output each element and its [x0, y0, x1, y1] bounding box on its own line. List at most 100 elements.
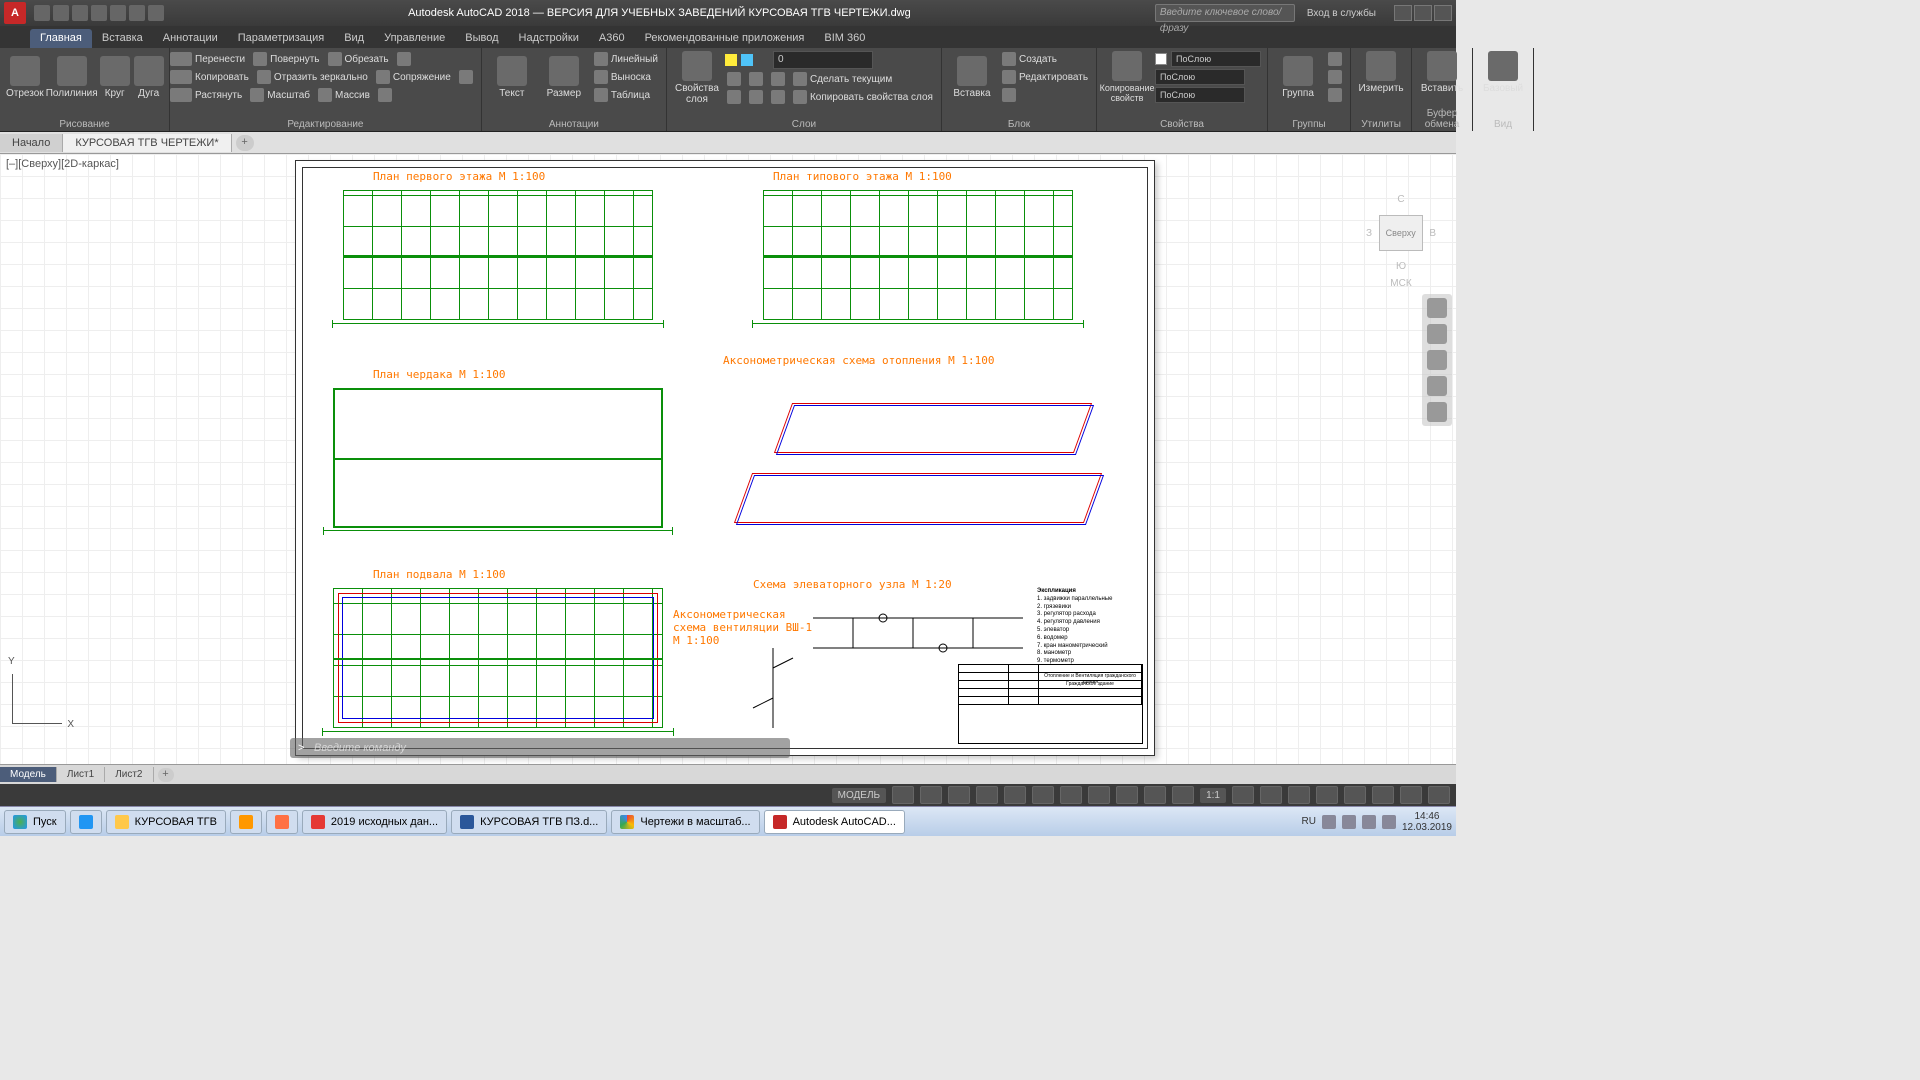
layer-tool-2[interactable] [747, 71, 765, 87]
stretch-button[interactable]: Растянуть [176, 87, 244, 103]
model-space-toggle[interactable]: МОДЕЛЬ [832, 788, 886, 803]
new-tab-button[interactable]: + [236, 135, 254, 151]
transparency-toggle[interactable] [1088, 786, 1110, 804]
cleanscreen-icon[interactable] [1400, 786, 1422, 804]
tab-insert[interactable]: Вставка [92, 29, 153, 48]
otrack-toggle[interactable] [1032, 786, 1054, 804]
tab-a360[interactable]: A360 [589, 29, 635, 48]
viewport-controls[interactable]: [–][Сверху][2D-каркас] [6, 158, 119, 170]
showmotion-icon[interactable] [1427, 402, 1447, 422]
polyline-button[interactable]: Полилиния [48, 56, 96, 99]
layer-tool-6[interactable] [769, 89, 787, 105]
layer-lock-icon[interactable] [757, 54, 769, 66]
pdf-task[interactable]: 2019 исходных дан... [302, 810, 447, 834]
dimension-button[interactable]: Размер [540, 56, 588, 99]
tab-bim360[interactable]: BIM 360 [814, 29, 875, 48]
color-swatch-icon[interactable] [1155, 53, 1167, 65]
action-center-icon[interactable] [1382, 815, 1396, 829]
grid-toggle[interactable] [892, 786, 914, 804]
viewcube-e[interactable]: В [1429, 228, 1436, 239]
viewcube-n[interactable]: С [1366, 194, 1436, 205]
array-button[interactable]: Массив [316, 87, 372, 103]
add-layout-button[interactable]: + [158, 768, 174, 782]
wmp-task[interactable] [230, 810, 262, 834]
viewcube[interactable]: С ЗСверхуВ Ю МСК [1366, 194, 1436, 284]
word-task[interactable]: КУРСОВАЯ ТГВ ПЗ.d... [451, 810, 607, 834]
isoplane-icon[interactable] [1372, 786, 1394, 804]
tab-parametric[interactable]: Параметризация [228, 29, 334, 48]
steering-wheel-icon[interactable] [1427, 298, 1447, 318]
scale-button[interactable]: Масштаб [248, 87, 312, 103]
hwacc-icon[interactable] [1344, 786, 1366, 804]
autocad-task[interactable]: Autodesk AutoCAD... [764, 810, 905, 834]
workspace-icon[interactable] [1232, 786, 1254, 804]
line-button[interactable]: Отрезок [6, 56, 44, 99]
edit-block-button[interactable]: Редактировать [1000, 69, 1090, 85]
plot-icon[interactable] [110, 5, 126, 21]
open-icon[interactable] [53, 5, 69, 21]
group-extra-2[interactable] [1326, 69, 1344, 85]
redo-icon[interactable] [148, 5, 164, 21]
mirror-button[interactable]: Отразить зеркально [255, 69, 370, 85]
baseview-button[interactable]: Базовый [1479, 51, 1527, 94]
tab-home[interactable]: Главная [30, 29, 92, 48]
modify-extra-3[interactable] [376, 87, 394, 103]
annomonitor-icon[interactable] [1260, 786, 1282, 804]
model-tab[interactable]: Модель [0, 767, 57, 782]
layer-tool-5[interactable] [747, 89, 765, 105]
linetype-combo[interactable]: ПоСлою [1155, 87, 1245, 103]
layer-freeze-icon[interactable] [741, 54, 753, 66]
table-button[interactable]: Таблица [592, 87, 660, 103]
cycling-toggle[interactable] [1116, 786, 1138, 804]
circle-button[interactable]: Круг [100, 56, 130, 99]
lineweight-combo[interactable]: ПоСлою [1155, 69, 1245, 85]
zoom-icon[interactable] [1427, 350, 1447, 370]
tab-featured[interactable]: Рекомендованные приложения [635, 29, 815, 48]
command-line[interactable]: Введите команду [290, 738, 790, 758]
move-button[interactable]: Перенести [176, 51, 247, 67]
measure-button[interactable]: Измерить [1357, 51, 1405, 94]
layout2-tab[interactable]: Лист2 [105, 767, 153, 782]
layout1-tab[interactable]: Лист1 [57, 767, 105, 782]
customize-icon[interactable] [1428, 786, 1450, 804]
viewcube-wcs[interactable]: МСК [1366, 278, 1436, 289]
tray-chevron-icon[interactable] [1322, 815, 1336, 829]
block-extra[interactable] [1000, 87, 1090, 103]
group-extra-3[interactable] [1326, 87, 1344, 103]
linear-dim-button[interactable]: Линейный [592, 51, 660, 67]
restore-button[interactable] [1414, 5, 1432, 21]
undo-icon[interactable] [129, 5, 145, 21]
paste-button[interactable]: Вставить [1418, 51, 1466, 94]
layer-properties-button[interactable]: Свойства слоя [673, 51, 721, 105]
viewcube-face[interactable]: Сверху [1379, 215, 1423, 251]
tab-view[interactable]: Вид [334, 29, 374, 48]
layer-tool-4[interactable] [725, 89, 743, 105]
modify-extra-1[interactable] [395, 51, 413, 67]
infocenter-search[interactable]: Введите ключевое слово/фразу [1155, 4, 1295, 22]
tab-annotate[interactable]: Аннотации [153, 29, 228, 48]
dynucs-toggle[interactable] [1144, 786, 1166, 804]
tab-output[interactable]: Вывод [455, 29, 508, 48]
osnap-toggle[interactable] [1004, 786, 1026, 804]
tab-manage[interactable]: Управление [374, 29, 455, 48]
ie-button[interactable] [70, 810, 102, 834]
group-extra-1[interactable] [1326, 51, 1344, 67]
units-icon[interactable] [1288, 786, 1310, 804]
lineweight-toggle[interactable] [1060, 786, 1082, 804]
quickprops-icon[interactable] [1316, 786, 1338, 804]
create-block-button[interactable]: Создать [1000, 51, 1090, 67]
layer-tool-1[interactable] [725, 71, 743, 87]
match-layer-button[interactable]: Копировать свойства слоя [791, 89, 935, 105]
ucs-icon[interactable]: YX [12, 664, 72, 724]
tab-addins[interactable]: Надстройки [509, 29, 589, 48]
ortho-toggle[interactable] [948, 786, 970, 804]
layer-tool-3[interactable] [769, 71, 787, 87]
firefox-task[interactable] [266, 810, 298, 834]
rotate-button[interactable]: Повернуть [251, 51, 321, 67]
current-layer-combo[interactable]: 0 [773, 51, 873, 69]
trim-button[interactable]: Обрезать [326, 51, 391, 67]
saveas-icon[interactable] [91, 5, 107, 21]
viewcube-w[interactable]: З [1366, 228, 1372, 239]
fillet-button[interactable]: Сопряжение [374, 69, 453, 85]
drawing-area[interactable]: [–][Сверху][2D-каркас] YX С ЗСверхуВ Ю М… [0, 154, 1456, 764]
